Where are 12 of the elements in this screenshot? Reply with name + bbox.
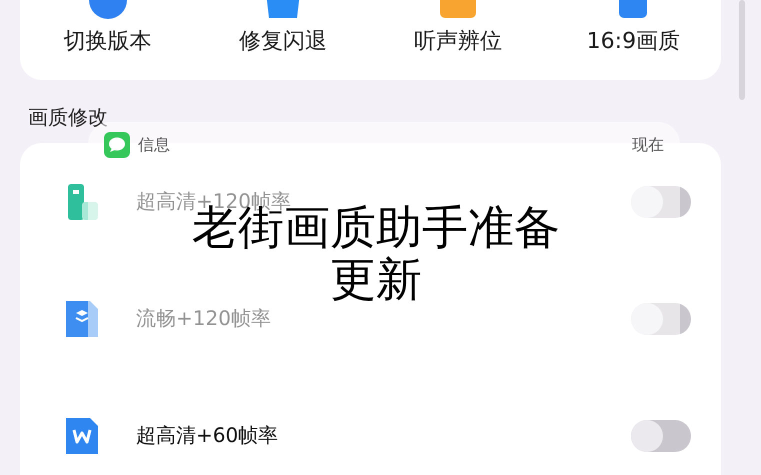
shortcut-label[interactable]: 听声辨位 [414, 26, 502, 56]
shortcut-label[interactable]: 16:9画质 [586, 26, 680, 56]
notification-app: 信息 [138, 134, 171, 156]
scrollbar[interactable] [739, 0, 745, 100]
option-label: 超高清+60帧率 [136, 422, 278, 449]
shortcut-label[interactable]: 切换版本 [64, 26, 152, 56]
toggle-switch[interactable] [631, 186, 691, 218]
notification-time: 现在 [632, 134, 664, 156]
toggle-switch[interactable] [631, 420, 691, 452]
shortcut-label[interactable]: 修复闪退 [238, 26, 327, 56]
option-label: 流畅+120帧率 [136, 305, 271, 332]
toggle-switch[interactable] [631, 302, 691, 334]
